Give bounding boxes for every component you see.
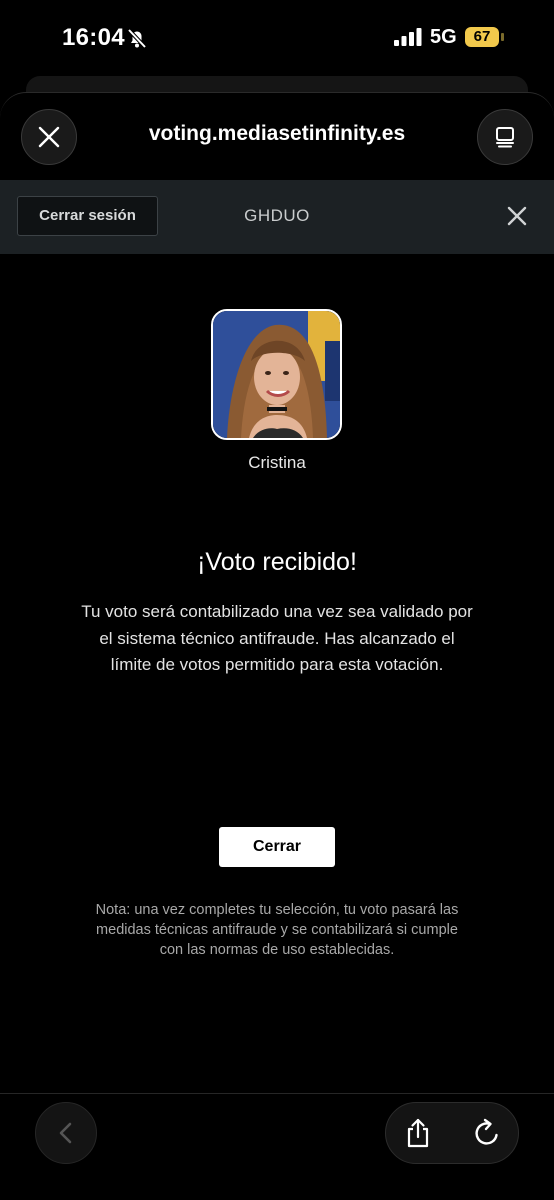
status-time: 16:04 <box>62 24 125 51</box>
battery-tip <box>501 33 504 41</box>
result-heading: ¡Voto recibido! <box>197 548 357 576</box>
chevron-left-icon <box>59 1122 72 1144</box>
result-message: Tu voto será contabilizado una vez sea v… <box>81 602 473 674</box>
close-icon[interactable] <box>504 203 530 229</box>
status-bar: 16:04 5G 67 <box>0 0 554 76</box>
candidate-name: Cristina <box>248 453 306 472</box>
reload-icon[interactable] <box>472 1118 502 1148</box>
network-type: 5G <box>430 26 457 48</box>
note-text: Nota: una vez completes tu selección, tu… <box>95 902 459 958</box>
close-button[interactable]: Cerrar <box>219 827 335 867</box>
share-icon[interactable] <box>404 1118 432 1148</box>
battery-level: 67 <box>465 27 499 47</box>
tabs-icon <box>496 127 514 148</box>
back-button[interactable] <box>35 1102 97 1164</box>
session-code: GHDUO <box>244 206 310 225</box>
signal-icon <box>394 28 422 46</box>
candidate-avatar <box>211 309 342 440</box>
url-label[interactable]: voting.mediasetinfinity.es <box>0 122 554 146</box>
tabs-button[interactable] <box>477 109 533 165</box>
bell-slash-icon <box>127 28 147 49</box>
battery-icon: 67 <box>465 27 505 47</box>
bottom-divider <box>0 1093 554 1094</box>
